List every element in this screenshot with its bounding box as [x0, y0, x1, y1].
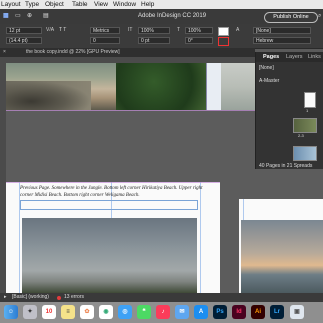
caption-text[interactable]: Previous Page. Somewhere in the Jungle. … [20, 186, 210, 199]
none-master-item[interactable]: [None] [259, 65, 274, 71]
vertical-scale-icon: IT [128, 27, 133, 33]
tab-layers[interactable]: Layers [286, 52, 303, 62]
control-panel: 12 pt (14.4 pt) V/A T T Metrics 0 IT 100… [0, 24, 323, 49]
app-title-bar: ▦ ▭ ⊕ ▤ Adobe InDesign CC 2019 Publish O… [0, 9, 323, 24]
appstore-icon[interactable]: A [194, 305, 208, 319]
status-page-field[interactable]: ▸ [4, 293, 7, 302]
fill-swatch-icon[interactable] [218, 27, 229, 36]
calendar-icon[interactable]: 10 [42, 305, 56, 319]
font-size-field[interactable]: 12 pt [6, 27, 42, 34]
tt-icon[interactable]: T T [57, 27, 85, 34]
spread-thumbnail[interactable] [293, 146, 317, 161]
panel-tabs: Pages Layers Links [256, 52, 323, 62]
messages-icon[interactable]: ❝ [137, 305, 151, 319]
app-title: Adobe InDesign CC 2019 [138, 13, 207, 19]
tab-links[interactable]: Links [308, 52, 321, 62]
notes-icon[interactable]: ≡ [61, 305, 75, 319]
illustrator-label: Ai [255, 309, 261, 315]
beach-photo-right[interactable] [241, 220, 323, 293]
close-tab-icon[interactable]: × [3, 48, 6, 57]
style-status[interactable]: [Basic] (working) [12, 293, 49, 302]
skew-field[interactable]: 0° [185, 37, 213, 44]
menu-type[interactable]: Type [25, 0, 39, 9]
rocks-image [6, 81, 91, 110]
finder-icon[interactable]: ☺ [4, 305, 18, 319]
launchpad-icon[interactable]: ✦ [23, 305, 37, 319]
menu-layout[interactable]: Layout [1, 0, 21, 9]
spread-label: 2-3 [298, 133, 304, 138]
document-tab[interactable]: × the book copy.indd @ 22% [GPU Preview] [0, 48, 255, 57]
lightroom-label: Lr [274, 309, 280, 315]
beach-photo-left[interactable] [22, 218, 197, 293]
horizontal-scale-icon: T [177, 27, 181, 33]
error-dot-icon [57, 296, 61, 300]
status-bar: ▸ [Basic] (working) 13 errors [0, 293, 323, 302]
chrome-icon[interactable]: ◉ [99, 305, 113, 319]
menu-table[interactable]: Table [72, 0, 88, 9]
indesign-label: Id [236, 309, 242, 315]
layout-icon[interactable]: ▭ [15, 9, 21, 24]
guide-line [6, 110, 255, 111]
tracking-kern-icon: V/A [46, 27, 55, 33]
tab-pages[interactable]: Pages [263, 52, 279, 62]
beach-photo [6, 63, 211, 110]
photoshop-icon[interactable]: Ps [213, 305, 227, 319]
menu-window[interactable]: Window [113, 0, 136, 9]
a-master-item[interactable]: A-Master [259, 78, 279, 84]
search-icon[interactable]: ⌕ [318, 9, 321, 24]
sea-photo [221, 63, 255, 110]
menu-object[interactable]: Object [45, 0, 64, 9]
page-top-guide [6, 182, 220, 183]
character-style-icon: A [236, 27, 240, 33]
photos-icon[interactable]: ✿ [80, 305, 94, 319]
safari-icon[interactable]: ◎ [118, 305, 132, 319]
trees-image [116, 63, 211, 110]
baseline-shift-field[interactable]: 0 pt [138, 37, 170, 44]
spread-thumbnail[interactable] [293, 118, 317, 133]
leading-field[interactable]: (14.4 pt) [6, 37, 42, 44]
page-count: 40 Pages in 21 Spreads [259, 163, 313, 169]
vertical-scale-field[interactable]: 100% [138, 27, 170, 34]
character-style-dropdown[interactable]: [None] [253, 27, 311, 34]
page-thumbnail[interactable] [304, 92, 316, 108]
language-dropdown[interactable]: Hebrew [253, 37, 311, 44]
text-frame[interactable] [20, 200, 198, 210]
menu-view[interactable]: View [94, 0, 108, 9]
error-count[interactable]: 13 errors [64, 293, 84, 302]
calendar-day: 10 [45, 309, 53, 315]
photoshop-label: Ps [216, 309, 224, 315]
mail-icon[interactable]: ✉ [175, 305, 189, 319]
illustrator-icon[interactable]: Ai [251, 305, 265, 319]
page-edge [206, 63, 221, 110]
horizontal-scale-field[interactable]: 100% [185, 27, 213, 34]
menu-help[interactable]: Help [141, 0, 154, 9]
view-mode-icon[interactable]: ▤ [43, 9, 49, 24]
page-number-label: 1 [306, 108, 309, 113]
stroke-swatch-icon[interactable] [218, 37, 229, 46]
music-icon[interactable]: ♪ [156, 305, 170, 319]
preview-icon[interactable]: ▣ [290, 305, 304, 319]
publish-online-label: Publish Online [273, 14, 309, 20]
publish-online-button[interactable]: Publish Online [264, 12, 318, 23]
kerning-field[interactable]: Metrics [90, 27, 120, 34]
dock: ☺ ✦ 10 ≡ ✿ ◉ ◎ ❝ ♪ ✉ A Ps Id Ai Lr ▣ [0, 302, 323, 323]
indesign-icon[interactable]: Id [232, 305, 246, 319]
menu-bar: Layout Type Object Table View Window Hel… [0, 0, 323, 9]
home-icon[interactable]: ▦ [3, 9, 9, 24]
lightroom-icon[interactable]: Lr [270, 305, 284, 319]
spread-top[interactable] [6, 63, 255, 110]
zoom-icon[interactable]: ⊕ [27, 9, 32, 24]
tracking-field[interactable]: 0 [90, 37, 120, 44]
document-tab-label: the book copy.indd @ 22% [GPU Preview] [26, 49, 120, 55]
pages-panel: Pages Layers Links [None] A-Master 1 2-3… [255, 52, 323, 169]
